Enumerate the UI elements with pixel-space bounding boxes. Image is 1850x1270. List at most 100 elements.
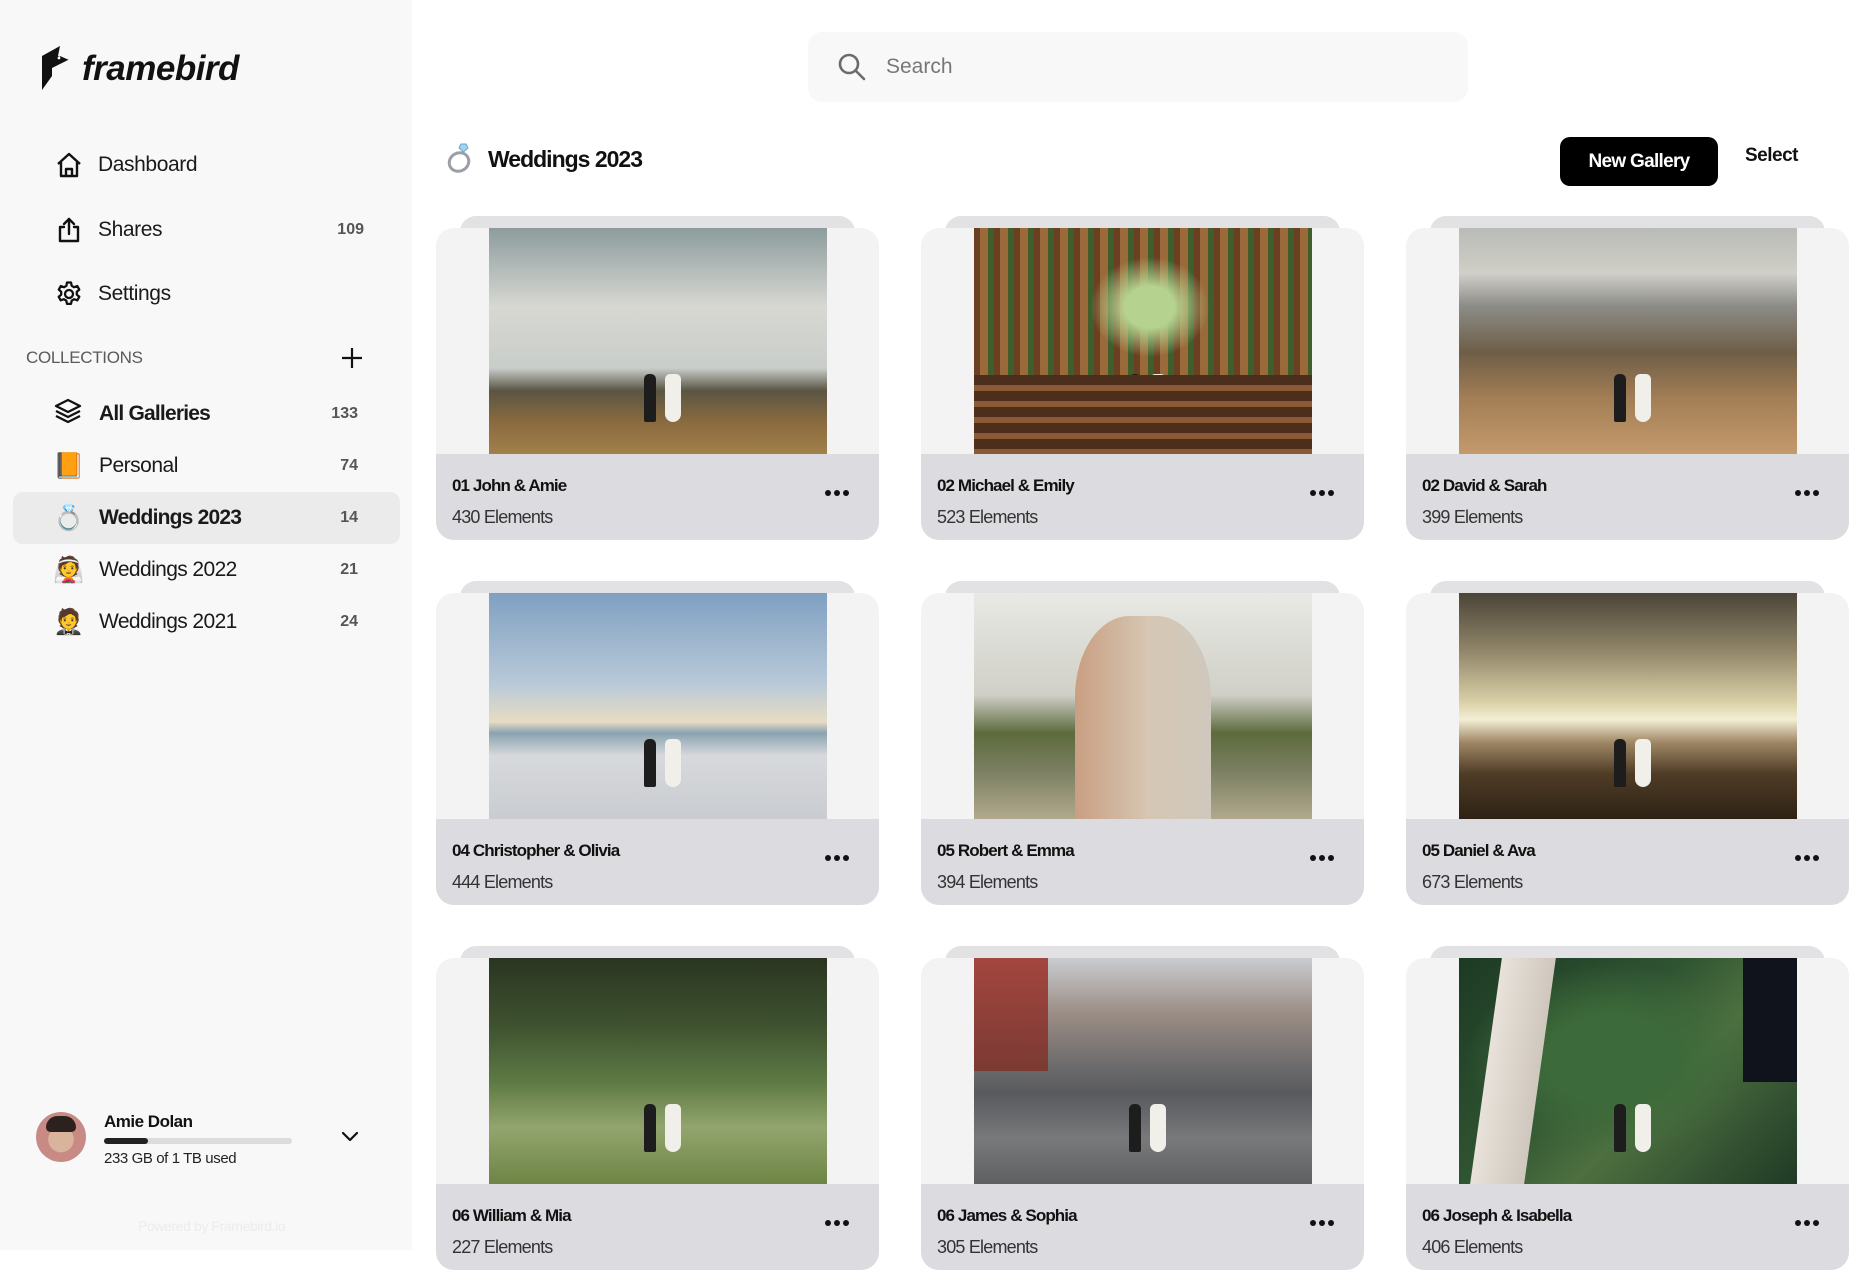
- dot: [1328, 490, 1334, 496]
- gallery-cover-photo: [489, 593, 827, 819]
- dot: [825, 490, 831, 496]
- gallery-element-count: 227 Elements: [452, 1237, 553, 1257]
- collection-count: 21: [340, 561, 358, 578]
- gallery-cover-photo: [1459, 228, 1797, 454]
- gallery-title: 04 Christopher & Olivia: [452, 841, 620, 860]
- groom-figure: [644, 739, 657, 788]
- logo[interactable]: framebird: [38, 46, 239, 92]
- more-options-button[interactable]: [1792, 486, 1822, 500]
- gallery-card[interactable]: 02 Michael & Emily 523 Elements: [921, 216, 1364, 540]
- collection-weddings-2022[interactable]: 👰 Weddings 2022 21: [13, 544, 400, 596]
- add-collection-button[interactable]: [338, 344, 366, 372]
- collection-personal[interactable]: 📙 Personal 74: [13, 440, 400, 492]
- dot: [1328, 855, 1334, 861]
- nav-count: 109: [337, 221, 364, 238]
- framebird-logo-icon: [42, 46, 69, 90]
- page-title: Weddings 2023: [488, 146, 643, 172]
- more-options-button[interactable]: [1792, 1216, 1822, 1230]
- chevron-down-icon: [341, 1131, 359, 1142]
- nav-dashboard[interactable]: Dashboard: [54, 143, 364, 187]
- card-footer: 01 John & Amie 430 Elements: [436, 454, 879, 540]
- nav-label: Dashboard: [98, 153, 198, 176]
- dot: [1795, 855, 1801, 861]
- dot: [825, 1220, 831, 1226]
- logo-text: framebird: [82, 49, 239, 88]
- collection-weddings-2023[interactable]: 💍 Weddings 2023 14: [13, 492, 400, 544]
- gallery-title: 01 John & Amie: [452, 476, 567, 495]
- groom-figure: [1129, 374, 1142, 423]
- gallery-card[interactable]: 05 Robert & Emma 394 Elements: [921, 581, 1364, 905]
- more-options-button[interactable]: [822, 851, 852, 865]
- user-account: Amie Dolan 233 GB of 1 TB used: [36, 1112, 376, 1182]
- gallery-card[interactable]: 06 James & Sophia 305 Elements: [921, 946, 1364, 1270]
- gallery-title: 06 Joseph & Isabella: [1422, 1206, 1572, 1225]
- bride-icon: 👰: [53, 556, 85, 584]
- gallery-card[interactable]: 02 David & Sarah 399 Elements: [1406, 216, 1849, 540]
- dot: [843, 490, 849, 496]
- collection-count: 74: [340, 457, 358, 474]
- more-options-button[interactable]: [1307, 486, 1337, 500]
- storage-usage-text: 233 GB of 1 TB used: [104, 1150, 237, 1167]
- search-bar[interactable]: [808, 32, 1468, 102]
- gallery-title: 06 James & Sophia: [937, 1206, 1078, 1225]
- gallery-card[interactable]: 04 Christopher & Olivia 444 Elements: [436, 581, 879, 905]
- groom-figure: [1614, 739, 1627, 788]
- bride-figure: [664, 374, 681, 423]
- dot: [1310, 490, 1316, 496]
- dot: [1804, 490, 1810, 496]
- bride-figure: [664, 1104, 681, 1153]
- more-options-button[interactable]: [1307, 851, 1337, 865]
- card-footer: 04 Christopher & Olivia 444 Elements: [436, 819, 879, 905]
- dot: [1310, 855, 1316, 861]
- card-body: 06 Joseph & Isabella 406 Elements: [1406, 958, 1849, 1270]
- gallery-card[interactable]: 01 John & Amie 430 Elements: [436, 216, 879, 540]
- more-options-button[interactable]: [1792, 851, 1822, 865]
- gallery-cover-photo: [1459, 593, 1797, 819]
- gallery-cover-photo: [974, 593, 1312, 819]
- bride-figure: [664, 739, 681, 788]
- collection-count: 14: [340, 509, 358, 526]
- dot: [1804, 855, 1810, 861]
- groom-figure: [1614, 374, 1627, 423]
- new-gallery-button[interactable]: New Gallery: [1560, 137, 1718, 186]
- select-button[interactable]: Select: [1745, 145, 1798, 167]
- gallery-element-count: 406 Elements: [1422, 1237, 1523, 1257]
- groom-figure: [1129, 739, 1142, 788]
- gallery-cover-photo: [489, 228, 827, 454]
- nav-label: Settings: [98, 282, 171, 305]
- avatar[interactable]: [36, 1112, 86, 1162]
- dot: [1319, 1220, 1325, 1226]
- bride-figure: [1634, 1104, 1651, 1153]
- card-footer: 05 Daniel & Ava 673 Elements: [1406, 819, 1849, 905]
- page-header: Weddings 2023: [446, 140, 643, 179]
- collections-heading: COLLECTIONS: [26, 348, 143, 367]
- user-menu-toggle[interactable]: [338, 1124, 362, 1148]
- dot: [843, 855, 849, 861]
- bride-figure: [1149, 739, 1166, 788]
- more-options-button[interactable]: [822, 486, 852, 500]
- gallery-element-count: 399 Elements: [1422, 507, 1523, 527]
- dot: [1813, 855, 1819, 861]
- card-footer: 05 Robert & Emma 394 Elements: [921, 819, 1364, 905]
- card-body: 01 John & Amie 430 Elements: [436, 228, 879, 540]
- gallery-cover-photo: [1459, 958, 1798, 1184]
- nav-settings[interactable]: Settings: [54, 272, 364, 316]
- gear-icon: [54, 279, 84, 309]
- dot: [825, 855, 831, 861]
- collection-label: All Galleries: [99, 402, 211, 425]
- more-options-button[interactable]: [822, 1216, 852, 1230]
- more-options-button[interactable]: [1307, 1216, 1337, 1230]
- storage-progress-bar: [104, 1138, 292, 1144]
- groom-figure: [1614, 1104, 1627, 1153]
- collection-label: Personal: [99, 454, 178, 477]
- gallery-card[interactable]: 05 Daniel & Ava 673 Elements: [1406, 581, 1849, 905]
- gallery-card[interactable]: 06 Joseph & Isabella 406 Elements: [1406, 946, 1849, 1270]
- bride-figure: [1149, 1104, 1166, 1153]
- collection-weddings-2021[interactable]: 🤵 Weddings 2021 24: [13, 596, 400, 648]
- gallery-card[interactable]: 06 William & Mia 227 Elements: [436, 946, 879, 1270]
- search-input[interactable]: [886, 55, 1446, 79]
- gallery-title: 06 William & Mia: [452, 1206, 572, 1225]
- collection-all-galleries[interactable]: All Galleries 133: [13, 388, 400, 440]
- gallery-cover-photo: [974, 958, 1312, 1184]
- nav-shares[interactable]: Shares 109: [54, 208, 364, 252]
